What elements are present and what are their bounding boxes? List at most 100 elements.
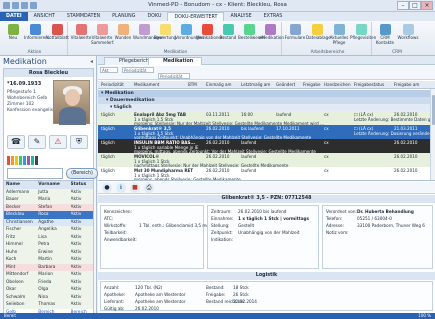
dateiablage-button[interactable]: Dateiablage [306, 23, 331, 47]
medication-cell-letzt: laufend [241, 168, 257, 173]
workflow-icon [402, 24, 414, 35]
tab-datei[interactable]: DATEI [0, 12, 28, 21]
group-medikation[interactable]: ▾ Medikation [98, 90, 435, 97]
medication-cell-line3: morgens, abends Stellvesie: Gestellte Me… [134, 176, 241, 181]
workflows-button[interactable]: Workflows [397, 23, 419, 47]
security-icon[interactable]: ⛨ [70, 135, 88, 149]
detail-value: 1 x täglich 1 Stck | vormittags [238, 216, 310, 221]
emedikation-button[interactable]: eMedikation [259, 23, 284, 47]
medication-row[interactable]: täglich Mst 30 Mundipharma RET 26.02.2010 l… [98, 167, 435, 181]
pill-icon [201, 24, 213, 35]
tab-doku-erweitert[interactable]: DOKU-ERWEITERT [167, 12, 225, 21]
aktuelles-pflege-button[interactable]: Aktuelles Pflege [328, 23, 350, 47]
crm-kontakte-button[interactable]: CRM Kontakte [374, 23, 396, 47]
patient-list-row[interactable]: Koch Martin Aktiv [4, 256, 93, 264]
patient-list-row[interactable]: Himmel Petra Aktiv [4, 241, 93, 249]
detail-label: Wirkstoffe: [104, 223, 127, 228]
folder-icon [311, 24, 323, 35]
visit-icon [355, 24, 367, 35]
tab-stammdaten[interactable]: STAMMDATEN [61, 12, 106, 21]
heart-list-icon [96, 24, 108, 35]
patient-list-row[interactable]: Obelsen Frieda Aktiv [4, 278, 93, 286]
patient-list-row[interactable]: Fritz Lisa Aktiv [4, 233, 93, 241]
patient-list-row[interactable]: Huhn Erwine Aktiv [4, 248, 93, 256]
tab-ansicht[interactable]: ANSICHT [28, 12, 61, 21]
detail-label: Adresse: [326, 223, 345, 228]
medication-cell-fdate: 26.02.2010 [394, 168, 418, 173]
bestand-button[interactable]: Bestand [217, 23, 239, 47]
vitalwerte-sammelerf-button[interactable]: Vitalwerte Sammelerf. [91, 23, 114, 47]
notes-icon[interactable]: ✎ [28, 135, 46, 149]
verordnungen-button[interactable]: Verordnungen [175, 23, 204, 47]
filter-field-3[interactable]: Periodizität [158, 73, 190, 79]
patient-list-row[interactable]: Mint Barbara Aktiv [4, 263, 93, 271]
wound-icon [117, 24, 129, 35]
tab-medikation[interactable]: Medikation [148, 57, 203, 65]
minimize-button[interactable]: – [397, 1, 409, 10]
wundmanager-button[interactable]: Wundmanager [133, 23, 163, 47]
info-icon[interactable]: ℹ [116, 183, 126, 193]
tab-planung[interactable]: PLANUNG [106, 12, 141, 21]
detail-value: Dr. Huberta Behandlung [357, 209, 414, 214]
pflegevisiten-button[interactable]: Pflegevisiten [350, 23, 376, 47]
detail-value: 18 Stck [233, 285, 249, 290]
medication-cell-note: Letzte Änderung: Bestimmte Daten geänder… [354, 116, 435, 122]
close-button[interactable]: × [421, 1, 433, 10]
medication-cell-einmal: 03.11.2011 [206, 112, 230, 117]
contact-icon[interactable]: ☎ [7, 135, 25, 149]
patient-list-row[interactable]: Adlermann Jutta Aktiv [4, 188, 93, 196]
bewertung-button[interactable]: Bewertung [154, 23, 176, 47]
maximize-button[interactable]: □ [409, 1, 421, 10]
search-area-button[interactable]: (Bereich) [66, 168, 98, 179]
informieren-button[interactable]: Informieren [24, 23, 48, 47]
medication-cell-einmal: 26.02.2010 [206, 126, 230, 131]
medication-row[interactable]: täglich Enalapril Abz 5mg TAB 03.11.2011 16… [98, 111, 435, 126]
filter-field-1[interactable]: Akt [100, 67, 118, 73]
patient-field: Zimmer 102 [7, 102, 35, 107]
pin-icon[interactable]: ◂ [90, 58, 93, 65]
patient-list-row[interactable]: Christiansen Agathe Aktiv [4, 218, 93, 226]
care-icon [333, 24, 345, 35]
formulare-button[interactable]: Formulare [284, 23, 306, 47]
print-icon[interactable]: ⎙ [144, 183, 154, 193]
new-icon [7, 24, 19, 35]
alert-icon[interactable]: ⚠ [49, 135, 67, 149]
tab-analyse[interactable]: ANALYSE [224, 12, 257, 21]
tab-extras[interactable]: EXTRAS [258, 12, 289, 21]
bestellwesen-button[interactable]: Bestellwesen [238, 23, 265, 47]
detail-label: Anwendbarkeit: [104, 237, 137, 242]
pill-icon[interactable]: ● [102, 183, 112, 193]
patient-list-row[interactable]: Mittendorf Marion Aktiv [4, 271, 93, 279]
patient-list-row[interactable]: Seliebon Thomas Aktiv [4, 301, 93, 309]
neu-button[interactable]: Neu [2, 23, 24, 47]
detail-label: ATC: [104, 216, 114, 221]
patient-list-row[interactable]: Schwalm Nina Aktiv [4, 293, 93, 301]
medication-cell-letzt: laufend [241, 140, 257, 145]
tab-doku[interactable]: DOKU [141, 12, 167, 21]
detail-value: Gestellt [238, 223, 255, 228]
filter-field-2[interactable]: Periodizität [122, 67, 154, 73]
medication-row[interactable]: täglich MOVICOL® 26.02.2010 laufend cx 26.02.… [98, 153, 435, 168]
medication-row[interactable]: täglich Glibenkrat® 3,5 26.02.2010 bis lauf… [98, 125, 435, 140]
grid-scrollbar[interactable] [430, 89, 435, 180]
group-taeglich[interactable]: ▾ täglich [98, 104, 435, 111]
notfallblatt-button[interactable]: Notfallblatt [46, 23, 69, 47]
detail-value: 26.02.2010 [135, 306, 159, 311]
vitalwerte-button[interactable]: Vitalwerte [70, 23, 92, 47]
patient-list-row[interactable]: Bleckleu Rosa Aktiv [4, 211, 93, 219]
patient-list-row[interactable]: Becker Stefan Aktiv [4, 203, 93, 211]
detail-label: Teilbarkeit: [104, 230, 127, 235]
medication-row[interactable]: täglich INSULIN BBM RATIO BAS... 26.02.201… [98, 139, 435, 154]
wunden-button[interactable]: Wunden [112, 23, 134, 47]
medikationen-button[interactable]: Medikationen [196, 23, 224, 47]
patient-list-row[interactable]: Bauer Maria Aktiv [4, 196, 93, 204]
info-icon [29, 24, 41, 35]
medication-cell-hz: cx [324, 112, 329, 117]
patient-list-row[interactable]: Okar Olga Aktiv [4, 286, 93, 294]
search-row: (Bereich) [7, 168, 98, 179]
emergency-icon [51, 24, 63, 35]
search-input[interactable] [7, 168, 63, 179]
patient-list-row[interactable]: Fischer Angelika Aktiv [4, 226, 93, 234]
stop-icon[interactable]: ■ [130, 183, 140, 193]
group-dauermedikation[interactable]: ▾ Dauermedikation [98, 97, 435, 104]
